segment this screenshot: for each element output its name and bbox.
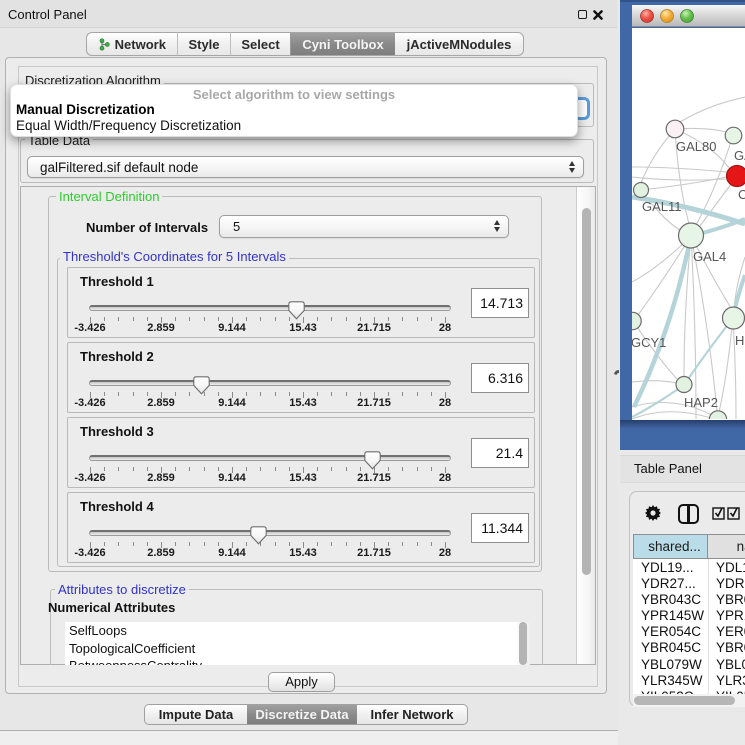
svg-text:GAL4: GAL4 xyxy=(693,249,726,264)
svg-text:GCY1: GCY1 xyxy=(632,335,666,350)
svg-text:HAP2: HAP2 xyxy=(684,395,718,410)
svg-text:HIS4: HIS4 xyxy=(735,333,745,348)
svg-text:GAL11: GAL11 xyxy=(642,199,682,214)
svg-text:GAL80: GAL80 xyxy=(676,139,716,154)
svg-text:GAL1: GAL1 xyxy=(734,148,745,163)
svg-text:CDC4: CDC4 xyxy=(738,187,745,202)
